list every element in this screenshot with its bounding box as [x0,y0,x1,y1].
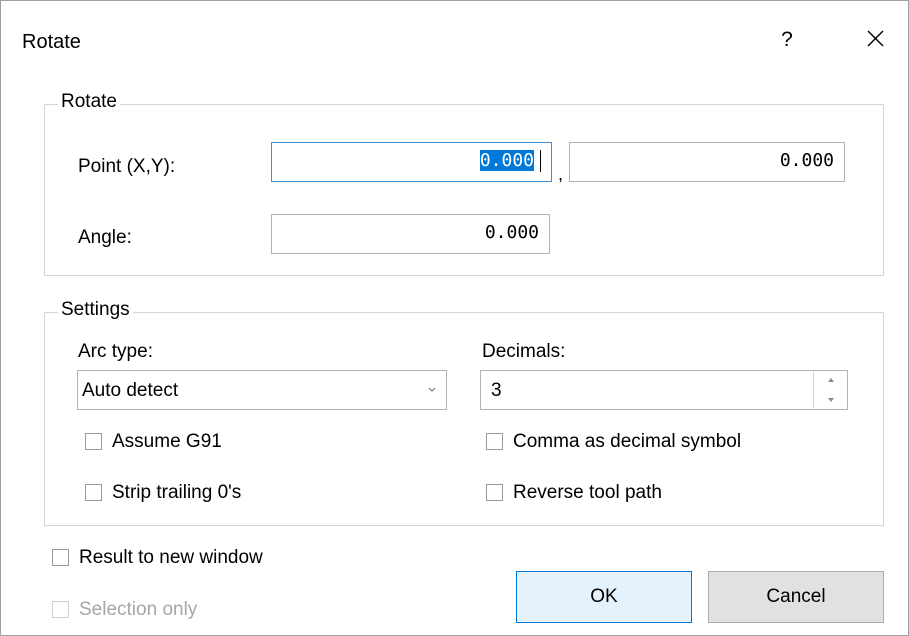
result-new-window-checkbox[interactable] [52,549,69,566]
decimals-label: Decimals: [482,341,566,362]
assume-g91-checkbox[interactable] [85,433,102,450]
point-x-value: 0.000 [479,150,534,171]
spin-down-button[interactable] [814,390,847,409]
settings-group-legend: Settings [58,299,133,321]
point-label: Point (X,Y): [78,156,176,177]
selection-only-label: Selection only [79,599,198,620]
comma-decimal-checkbox[interactable] [486,433,503,450]
cancel-button[interactable]: Cancel [708,571,884,623]
point-separator: , [558,164,564,184]
strip-trailing-checkbox[interactable] [85,484,102,501]
chevron-down-icon [428,387,436,392]
rotate-group-legend: Rotate [58,91,120,113]
close-button[interactable] [856,22,896,56]
point-y-input[interactable]: 0.000 [569,142,845,182]
chevron-up-icon [828,378,834,382]
strip-trailing-label: Strip trailing 0's [112,482,242,503]
point-x-input[interactable]: 0.000 [271,142,552,182]
selection-only-checkbox [52,601,69,618]
spin-up-button[interactable] [814,371,847,390]
arc-type-value: Auto detect [82,380,179,401]
decimals-spinner[interactable]: 3 [480,370,848,410]
arc-type-label: Arc type: [78,341,153,362]
comma-decimal-label: Comma as decimal symbol [513,431,742,452]
decimals-value: 3 [491,380,502,401]
help-button[interactable]: ? [777,28,797,52]
close-icon [867,30,884,47]
result-new-window-label: Result to new window [79,547,263,568]
reverse-path-label: Reverse tool path [513,482,662,503]
angle-input[interactable]: 0.000 [271,214,550,254]
reverse-path-checkbox[interactable] [486,484,503,501]
chevron-down-icon [828,398,834,402]
arc-type-select[interactable]: Auto detect [77,370,447,410]
angle-label: Angle: [78,227,132,248]
ok-button[interactable]: OK [516,571,692,623]
assume-g91-label: Assume G91 [112,431,222,452]
dialog-title: Rotate [22,31,81,53]
text-caret [540,150,541,172]
